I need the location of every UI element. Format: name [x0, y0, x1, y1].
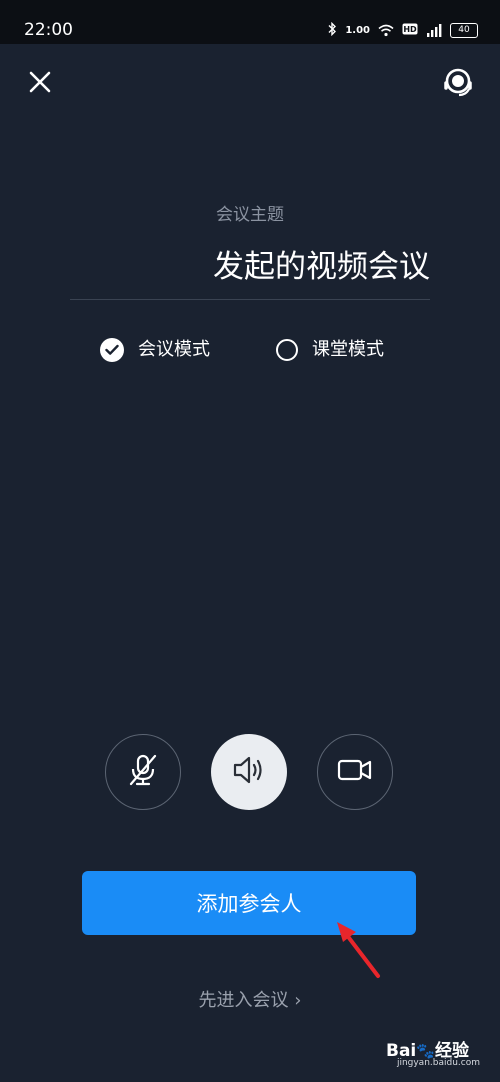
hd-icon: HD — [402, 23, 418, 38]
battery-icon: 40 — [450, 22, 478, 38]
wifi-icon — [378, 24, 394, 37]
speaker-icon — [231, 755, 267, 789]
meeting-topic-label: 会议主题 — [216, 205, 284, 225]
bluetooth-icon — [327, 21, 337, 39]
enter-meeting-first-link[interactable]: 先进入会议 › — [0, 986, 500, 1012]
meeting-topic-input[interactable]: 发起的视频会议 — [70, 244, 430, 290]
video-camera-icon — [336, 756, 374, 788]
status-bar: 22:00 1.00 HD 40 — [0, 0, 500, 44]
checked-radio-icon — [100, 338, 124, 362]
status-time: 22:00 — [24, 20, 73, 40]
signal-icon — [426, 23, 442, 37]
customer-service-button[interactable] — [438, 64, 478, 104]
status-icons: 1.00 HD 40 — [327, 20, 478, 40]
microphone-muted-icon — [126, 752, 160, 792]
network-speed: 1.00 — [345, 24, 370, 36]
svg-text:HD: HD — [403, 25, 417, 34]
mode-option-label: 课堂模式 — [312, 339, 384, 360]
unchecked-radio-icon — [276, 339, 298, 361]
watermark-domain: jingyan.baidu.com — [396, 1058, 480, 1068]
speaker-toggle[interactable] — [211, 734, 287, 810]
annotation-arrow-icon — [337, 922, 380, 978]
topic-underline — [70, 299, 430, 300]
baidu-jingyan-watermark: Bai🐾经验 jingyan.baidu.com — [384, 1030, 480, 1070]
mode-option-meeting[interactable]: 会议模式 — [100, 336, 210, 364]
microphone-toggle[interactable] — [105, 734, 181, 810]
camera-toggle[interactable] — [317, 734, 393, 810]
close-icon — [28, 70, 52, 98]
customer-service-icon — [440, 64, 476, 104]
mode-option-label: 会议模式 — [138, 339, 210, 360]
mode-option-classroom[interactable]: 课堂模式 — [276, 336, 384, 364]
close-button[interactable] — [22, 66, 58, 102]
